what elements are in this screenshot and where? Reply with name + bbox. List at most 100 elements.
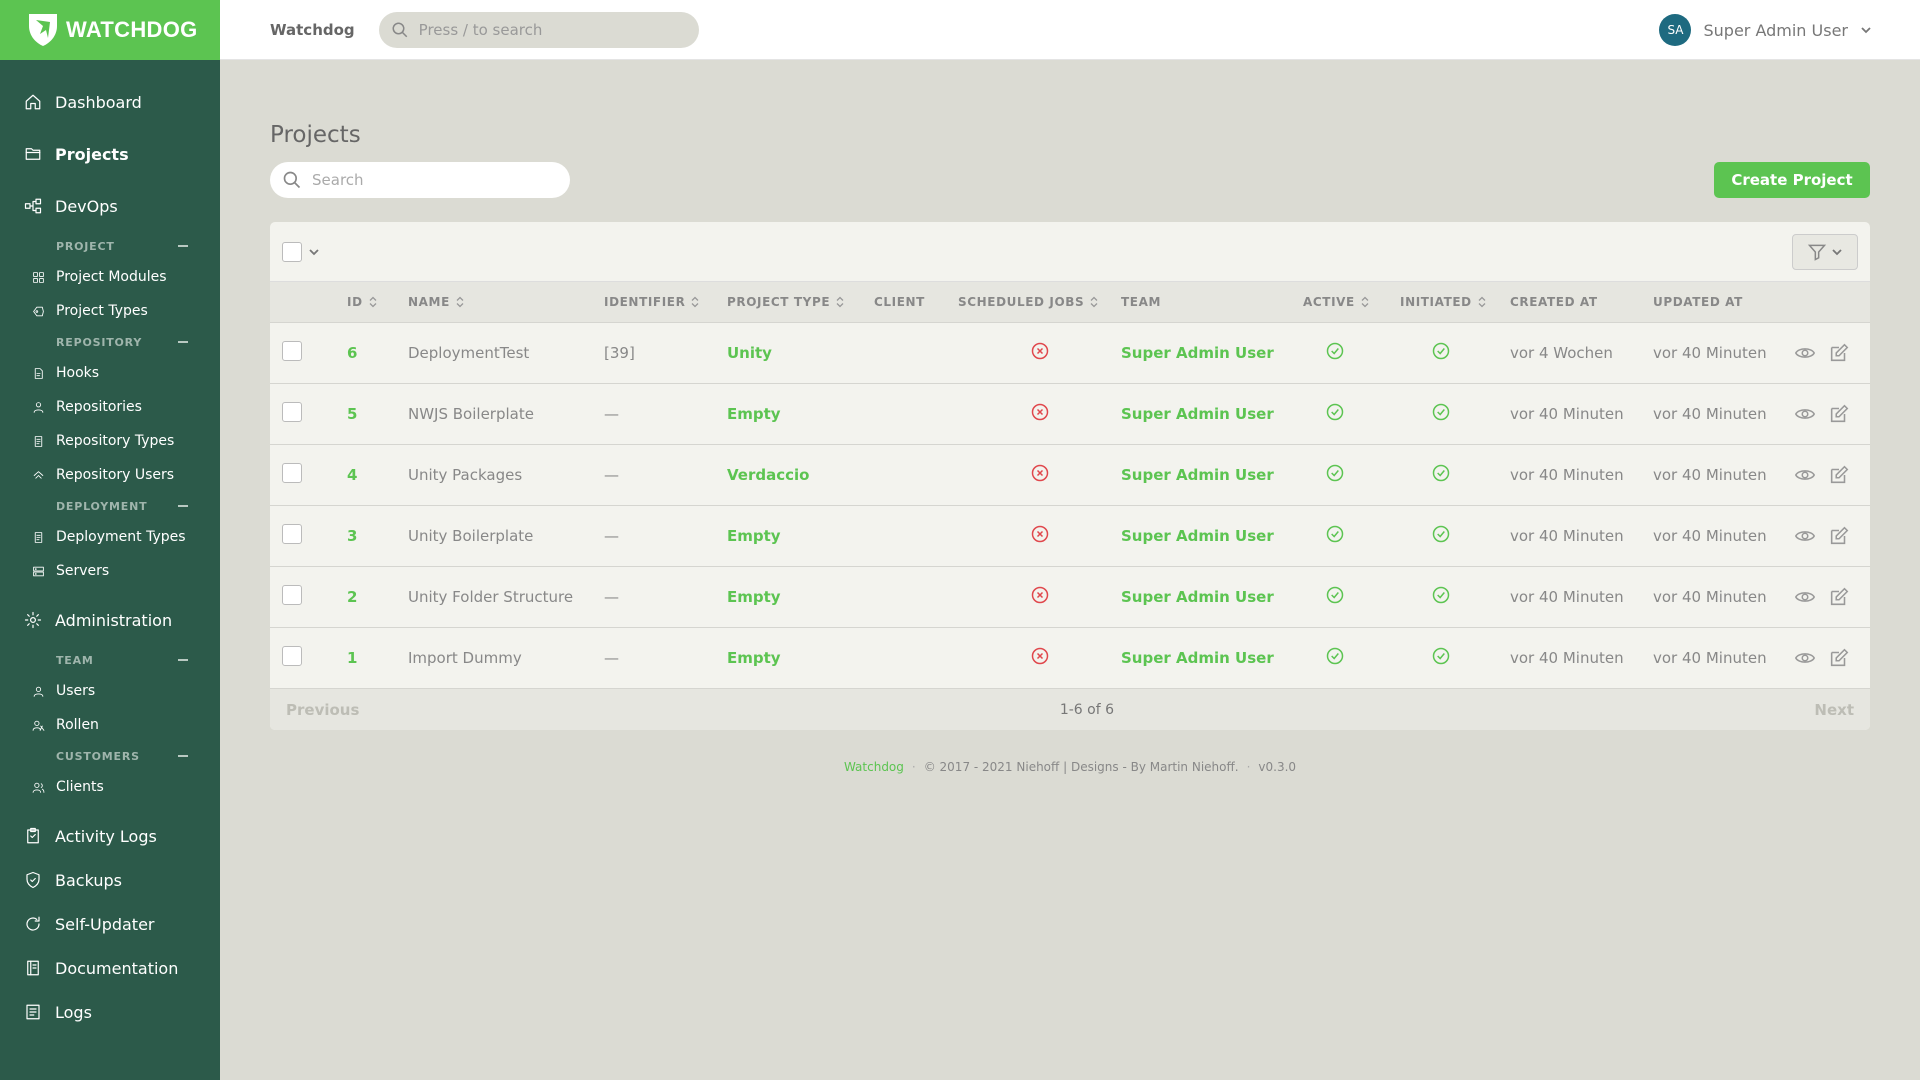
edit-icon[interactable] (1828, 647, 1850, 669)
project-id[interactable]: 3 (347, 505, 408, 566)
edit-icon[interactable] (1828, 464, 1850, 486)
collapse-icon[interactable] (178, 755, 188, 757)
project-team-link[interactable]: Super Admin User (1121, 322, 1303, 383)
sidebar-item-rollen[interactable]: Rollen (0, 708, 220, 742)
column-header-initiated[interactable]: INITIATED (1400, 282, 1510, 322)
global-search-input[interactable] (418, 20, 669, 39)
table-row[interactable]: 2 Unity Folder Structure — Empty Super A… (270, 566, 1870, 627)
footer-brand-link[interactable]: Watchdog (844, 760, 904, 774)
collapse-icon[interactable] (178, 505, 188, 507)
project-team-link[interactable]: Super Admin User (1121, 627, 1303, 688)
project-type-link[interactable]: Empty (727, 383, 874, 444)
sidebar-item-self-updater[interactable]: Self-Updater (0, 902, 220, 946)
project-id[interactable]: 2 (347, 566, 408, 627)
edit-icon[interactable] (1828, 403, 1850, 425)
sidebar-item-logs[interactable]: Logs (0, 990, 220, 1034)
eye-icon[interactable] (1794, 586, 1816, 608)
sidebar-group-repository[interactable]: REPOSITORY (0, 328, 220, 356)
edit-icon[interactable] (1828, 525, 1850, 547)
sidebar-item-repositories[interactable]: Repositories (0, 390, 220, 424)
global-search[interactable] (378, 11, 699, 48)
sidebar-item-deployment-types[interactable]: Deployment Types (0, 520, 220, 554)
table-row[interactable]: 1 Import Dummy — Empty Super Admin User … (270, 627, 1870, 688)
edit-icon[interactable] (1828, 586, 1850, 608)
column-header-active[interactable]: ACTIVE (1303, 282, 1400, 322)
project-type-link[interactable]: Empty (727, 566, 874, 627)
sidebar-item-documentation[interactable]: Documentation (0, 946, 220, 990)
project-team-link[interactable]: Super Admin User (1121, 566, 1303, 627)
create-project-button[interactable]: Create Project (1714, 162, 1870, 198)
row-checkbox[interactable] (282, 645, 302, 666)
sort-icon[interactable] (456, 296, 464, 308)
eye-icon[interactable] (1794, 403, 1816, 425)
collapse-icon[interactable] (178, 245, 188, 247)
project-team-link[interactable]: Super Admin User (1121, 505, 1303, 566)
eye-icon[interactable] (1794, 647, 1816, 669)
table-row[interactable]: 5 NWJS Boilerplate — Empty Super Admin U… (270, 383, 1870, 444)
sidebar-item-devops[interactable]: DevOps (0, 180, 220, 232)
active-cell (1303, 444, 1400, 505)
sidebar-item-clients[interactable]: Clients (0, 770, 220, 804)
sort-icon[interactable] (1090, 296, 1098, 308)
sidebar-item-repository-users[interactable]: Repository Users (0, 458, 220, 492)
row-checkbox[interactable] (282, 401, 302, 422)
column-header-scheduled-jobs[interactable]: SCHEDULED JOBS (958, 282, 1121, 322)
table-row[interactable]: 4 Unity Packages — Verdaccio Super Admin… (270, 444, 1870, 505)
project-type-link[interactable]: Verdaccio (727, 444, 874, 505)
column-header-name[interactable]: NAME (408, 282, 604, 322)
sidebar-item-project-types[interactable]: Project Types (0, 294, 220, 328)
row-checkbox[interactable] (282, 462, 302, 483)
edit-icon[interactable] (1828, 342, 1850, 364)
project-type-link[interactable]: Unity (727, 322, 874, 383)
sidebar-group-customers[interactable]: CUSTOMERS (0, 742, 220, 770)
sort-icon[interactable] (836, 296, 844, 308)
column-header-identifier[interactable]: IDENTIFIER (604, 282, 727, 322)
select-all-checkbox[interactable] (282, 241, 302, 262)
column-header-id[interactable]: ID (347, 282, 408, 322)
project-id[interactable]: 4 (347, 444, 408, 505)
sort-icon[interactable] (1478, 296, 1486, 308)
sort-icon[interactable] (369, 296, 377, 308)
project-team-link[interactable]: Super Admin User (1121, 444, 1303, 505)
row-checkbox[interactable] (282, 584, 302, 605)
sidebar-item-backups[interactable]: Backups (0, 858, 220, 902)
sidebar-item-dashboard[interactable]: Dashboard (0, 76, 220, 128)
next-page-button[interactable]: Next (1814, 701, 1854, 719)
collapse-icon[interactable] (178, 341, 188, 343)
collapse-icon[interactable] (178, 659, 188, 661)
eye-icon[interactable] (1794, 464, 1816, 486)
project-id[interactable]: 6 (347, 322, 408, 383)
table-row[interactable]: 3 Unity Boilerplate — Empty Super Admin … (270, 505, 1870, 566)
sidebar-group-team[interactable]: TEAM (0, 646, 220, 674)
project-id[interactable]: 5 (347, 383, 408, 444)
sidebar-group-project[interactable]: PROJECT (0, 232, 220, 260)
eye-icon[interactable] (1794, 525, 1816, 547)
sidebar-item-hooks[interactable]: Hooks (0, 356, 220, 390)
user-menu[interactable]: SA Super Admin User (1659, 0, 1872, 60)
table-row[interactable]: 6 DeploymentTest [39] Unity Super Admin … (270, 322, 1870, 383)
sidebar-group-deployment[interactable]: DEPLOYMENT (0, 492, 220, 520)
sidebar-item-repository-types[interactable]: Repository Types (0, 424, 220, 458)
project-type-link[interactable]: Empty (727, 505, 874, 566)
sidebar-item-users[interactable]: Users (0, 674, 220, 708)
sidebar-item-administration[interactable]: Administration (0, 594, 220, 646)
brand-logo[interactable]: WATCHDOG (0, 0, 220, 60)
sort-icon[interactable] (1361, 296, 1369, 308)
project-team-link[interactable]: Super Admin User (1121, 383, 1303, 444)
project-id[interactable]: 1 (347, 627, 408, 688)
sidebar-item-project-modules[interactable]: Project Modules (0, 260, 220, 294)
row-checkbox[interactable] (282, 523, 302, 544)
chevron-down-icon[interactable] (308, 246, 320, 258)
project-search-input[interactable] (312, 171, 552, 189)
sidebar-item-activity-logs[interactable]: Activity Logs (0, 814, 220, 858)
previous-page-button[interactable]: Previous (286, 701, 359, 719)
sidebar-item-servers[interactable]: Servers (0, 554, 220, 588)
filter-button[interactable] (1792, 234, 1858, 270)
column-header-project-type[interactable]: PROJECT TYPE (727, 282, 874, 322)
row-checkbox[interactable] (282, 340, 302, 361)
sidebar-item-projects[interactable]: Projects (0, 128, 220, 180)
project-type-link[interactable]: Empty (727, 627, 874, 688)
eye-icon[interactable] (1794, 342, 1816, 364)
project-search[interactable] (270, 162, 570, 198)
sort-icon[interactable] (691, 296, 699, 308)
